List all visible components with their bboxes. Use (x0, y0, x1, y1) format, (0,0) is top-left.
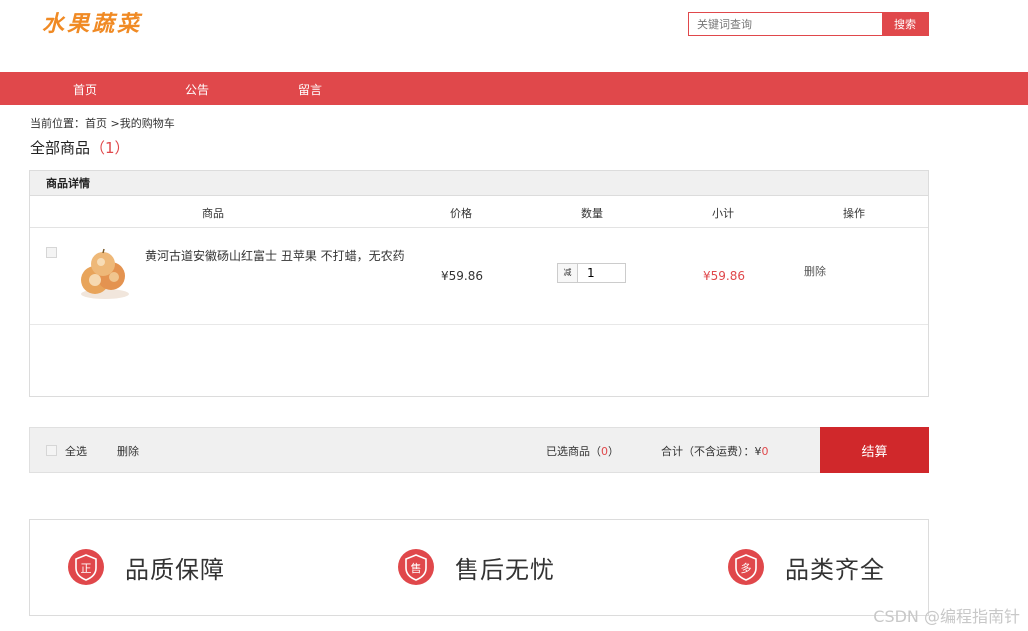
table-header-row: 商品 价格 数量 小计 操作 (30, 196, 928, 228)
search-input[interactable] (689, 13, 882, 35)
select-all-label[interactable]: 全选 (65, 443, 87, 459)
selected-count: 0 (601, 445, 608, 458)
quantity-decrease-button[interactable]: 减 (558, 264, 578, 282)
checkout-button[interactable]: 结算 (820, 427, 929, 473)
total-summary: 合计（不含运费）：¥0 (661, 443, 769, 459)
product-price: ¥59.86 (441, 269, 483, 283)
cart-footer: 全选 删除 已选商品（0） 合计（不含运费）：¥0 结算 (29, 427, 929, 473)
select-all-checkbox[interactable] (46, 445, 57, 456)
total-value: 0 (761, 445, 769, 458)
search-button[interactable]: 搜索 (882, 13, 928, 35)
header-subtotal: 小计 (712, 207, 734, 220)
total-label: 合计（不含运费）：¥ (661, 445, 762, 458)
selected-close: ） (608, 445, 619, 458)
feature-after-sales: 售 售后无忧 (397, 548, 555, 586)
table-row: 黄河古道安徽砀山红富士 丑苹果 不打蜡，无农药 ¥59.86 减 ¥59.86 … (30, 228, 928, 325)
header-action: 操作 (843, 207, 865, 220)
after-sales-badge-icon: 售 (398, 549, 434, 585)
feature-label: 售后无忧 (455, 555, 555, 584)
breadcrumb: 当前位置：首页 >我的购物车 (30, 117, 175, 130)
delete-selected-link[interactable]: 删除 (117, 443, 139, 459)
cart-table: 商品详情 商品 价格 数量 小计 操作 黄河古道安徽砀山红富士 丑苹果 不打蜡，… (29, 170, 929, 397)
feature-quality: 正 品质保障 (67, 548, 225, 586)
nav-item-messages[interactable]: 留言 (298, 81, 322, 98)
table-title: 商品详情 (30, 171, 928, 196)
nav-item-announcement[interactable]: 公告 (185, 81, 209, 98)
selected-label: 已选商品（ (546, 445, 601, 458)
delete-item-link[interactable]: 删除 (804, 263, 826, 279)
page-title: 全部商品（1） (30, 137, 130, 158)
header-price: 价格 (450, 207, 472, 220)
main-nav: 首页 公告 留言 (0, 72, 1028, 105)
quality-badge-icon: 正 (68, 549, 104, 585)
feature-variety: 多 品类齐全 (727, 548, 885, 586)
product-name[interactable]: 黄河古道安徽砀山红富士 丑苹果 不打蜡，无农药 (145, 248, 405, 265)
nav-item-home[interactable]: 首页 (73, 81, 97, 98)
feature-label: 品类齐全 (785, 555, 885, 584)
header-product: 商品 (202, 207, 224, 220)
quality-badge-glyph: 正 (81, 562, 92, 575)
feature-label: 品质保障 (125, 555, 225, 584)
after-sales-badge-glyph: 售 (411, 561, 422, 575)
watermark: CSDN @编程指南针 (873, 607, 1020, 626)
all-goods-count: （1） (90, 139, 130, 157)
quantity-stepper: 减 (557, 263, 626, 283)
quantity-input[interactable] (578, 264, 625, 282)
header-quantity: 数量 (581, 207, 603, 220)
item-checkbox[interactable] (46, 247, 57, 258)
item-subtotal: ¥59.86 (703, 269, 745, 283)
variety-badge-icon: 多 (728, 549, 764, 585)
selected-items-summary: 已选商品（0） (546, 443, 619, 459)
product-image (81, 248, 129, 299)
all-goods-label: 全部商品 (30, 139, 91, 157)
search-bar: 搜索 (688, 12, 929, 36)
site-logo[interactable]: 水果蔬菜 (42, 6, 142, 38)
service-features: 正 品质保障 售 售后无忧 多 品类齐全 (29, 519, 929, 616)
variety-badge-glyph: 多 (741, 561, 752, 575)
